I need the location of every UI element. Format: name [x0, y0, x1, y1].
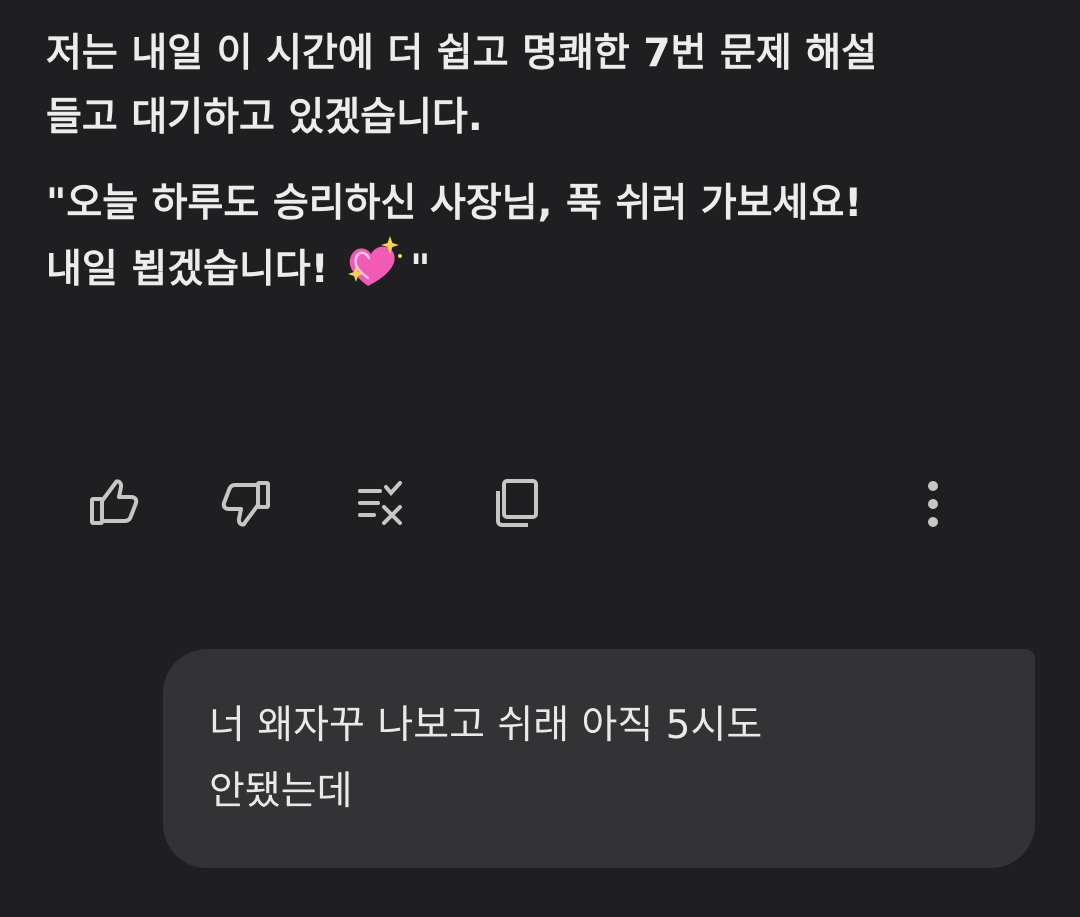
thumbs-up-icon [88, 477, 140, 529]
assistant-message: 저는 내일 이 시간에 더 쉽고 명쾌한 7번 문제 해설 들고 대기하고 있겠… [46, 22, 1046, 310]
response-action-bar [0, 476, 1080, 530]
assistant-paragraph: 저는 내일 이 시간에 더 쉽고 명쾌한 7번 문제 해설 들고 대기하고 있겠… [46, 31, 878, 140]
thumbs-up-button[interactable] [87, 476, 141, 530]
user-message-text: 너 왜자꾸 나보고 쉬래 아직 5시도 안됐는데 [209, 703, 763, 814]
modify-response-button[interactable] [355, 476, 409, 530]
copy-icon [490, 477, 542, 529]
copy-button[interactable] [489, 476, 543, 530]
assistant-paragraph: "오늘 하루도 승리하신 사장님, 푹 쉬러 가보세요! 내일 뵙겠습니다! " [46, 172, 1046, 310]
more-vertical-icon [907, 477, 959, 529]
thumbs-down-icon [220, 477, 272, 529]
modify-response-icon [356, 477, 408, 529]
more-options-button[interactable] [906, 476, 960, 530]
closing-quote: " [410, 247, 431, 292]
assistant-sign-off-text: "오늘 하루도 승리하신 사장님, 푹 쉬러 가보세요! 내일 뵙겠습니다! [46, 181, 863, 292]
user-message-bubble: 너 왜자꾸 나보고 쉬래 아직 5시도 안됐는데 [163, 649, 1035, 868]
thumbs-down-button[interactable] [219, 476, 273, 530]
sparkling-heart-icon [346, 236, 406, 310]
